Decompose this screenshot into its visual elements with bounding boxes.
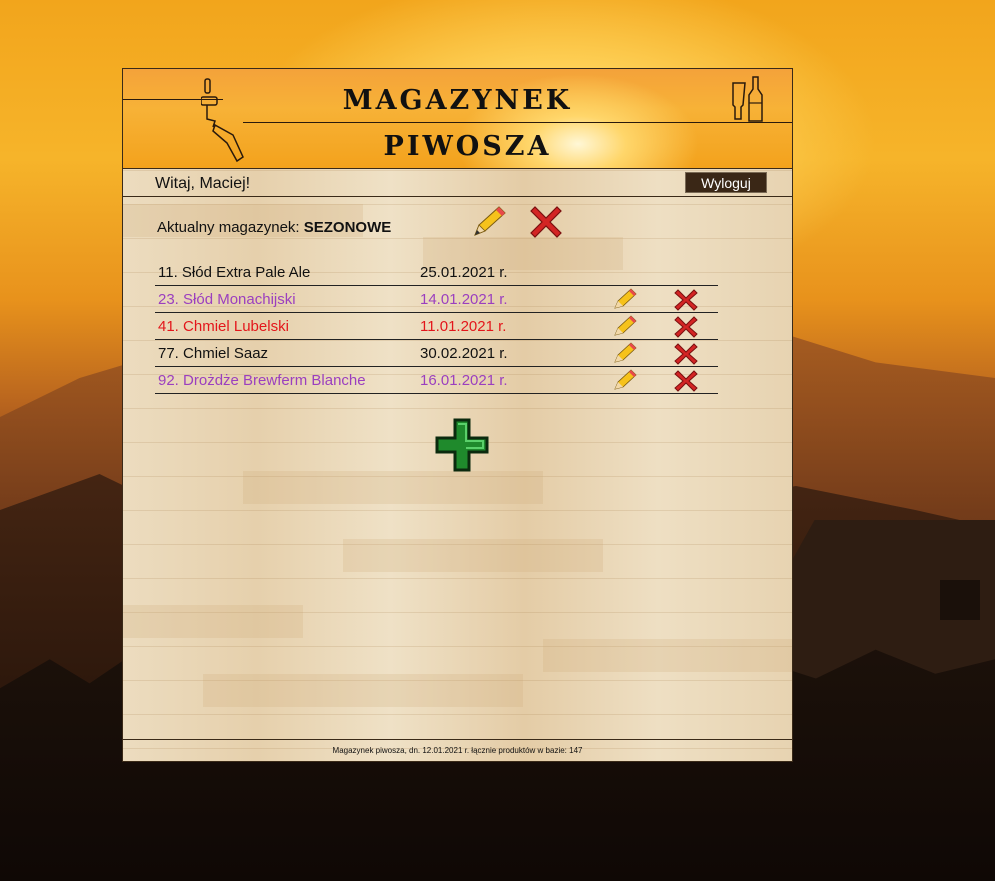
product-name: 41. Chmiel Lubelski [158,318,289,335]
welcome-message: Witaj, Maciej! [155,175,251,192]
background-house-window [940,580,980,620]
product-row: 11. Słód Extra Pale Ale 25.01.2021 r. [155,259,718,286]
wood-plank [203,674,523,707]
delete-product-red-x-icon[interactable] [673,369,699,393]
current-warehouse: Aktualny magazynek: SEZONOWE [157,219,391,236]
delete-product-red-x-icon[interactable] [673,288,699,312]
current-warehouse-name: SEZONOWE [303,219,392,236]
product-date: 30.02.2021 r. [420,345,508,362]
product-date: 25.01.2021 r. [420,264,508,281]
footer: Magazynek piwosza, dn. 12.01.2021 r. łąc… [123,739,792,762]
edit-product-pencil-icon[interactable] [613,369,637,391]
logout-button[interactable]: Wyloguj [685,172,767,193]
product-row: 92. Drożdże Brewferm Blanche 16.01.2021 r… [155,367,718,394]
wood-plank [343,539,603,572]
app-header: MAGAZYNEK PIWOSZA [123,69,792,169]
product-table: 11. Słód Extra Pale Ale 25.01.2021 r. 23. … [155,259,718,394]
product-row: 77. Chmiel Saaz 30.02.2021 r. [155,340,718,367]
product-date: 11.01.2021 r. [420,318,507,335]
user-bar: Witaj, Maciej! Wyloguj [123,169,792,197]
product-name: 77. Chmiel Saaz [158,345,269,362]
product-name: 11. Słód Extra Pale Ale [158,264,311,281]
wood-plank [243,471,543,504]
product-name: 92. Drożdże Brewferm Blanche [158,372,366,389]
delete-product-red-x-icon[interactable] [673,342,699,366]
current-warehouse-label: Aktualny magazynek: [157,219,300,236]
product-row: 41. Chmiel Lubelski 11.01.2021 r. [155,313,718,340]
app-title-line2: PIWOSZA [383,131,552,162]
edit-product-pencil-icon[interactable] [613,288,637,310]
main-panel: MAGAZYNEK PIWOSZA Witaj, Maciej! Wyloguj… [122,68,793,762]
app-title-line1: MAGAZYNEK [342,85,573,116]
wood-plank [123,605,303,638]
delete-warehouse-red-x-icon[interactable] [527,203,565,241]
product-row: 23. Słód Monachijski 14.01.2021 r. [155,286,718,313]
product-name: 23. Słód Monachijski [158,291,296,308]
delete-product-red-x-icon[interactable] [673,315,699,339]
add-product-green-plus-icon[interactable] [434,417,490,473]
header-divider [243,122,792,123]
edit-warehouse-pencil-icon[interactable] [471,205,507,239]
product-date: 14.01.2021 r. [420,291,508,308]
edit-product-pencil-icon[interactable] [613,315,637,337]
wood-plank [543,639,792,672]
product-date: 16.01.2021 r. [420,372,508,389]
edit-product-pencil-icon[interactable] [613,342,637,364]
